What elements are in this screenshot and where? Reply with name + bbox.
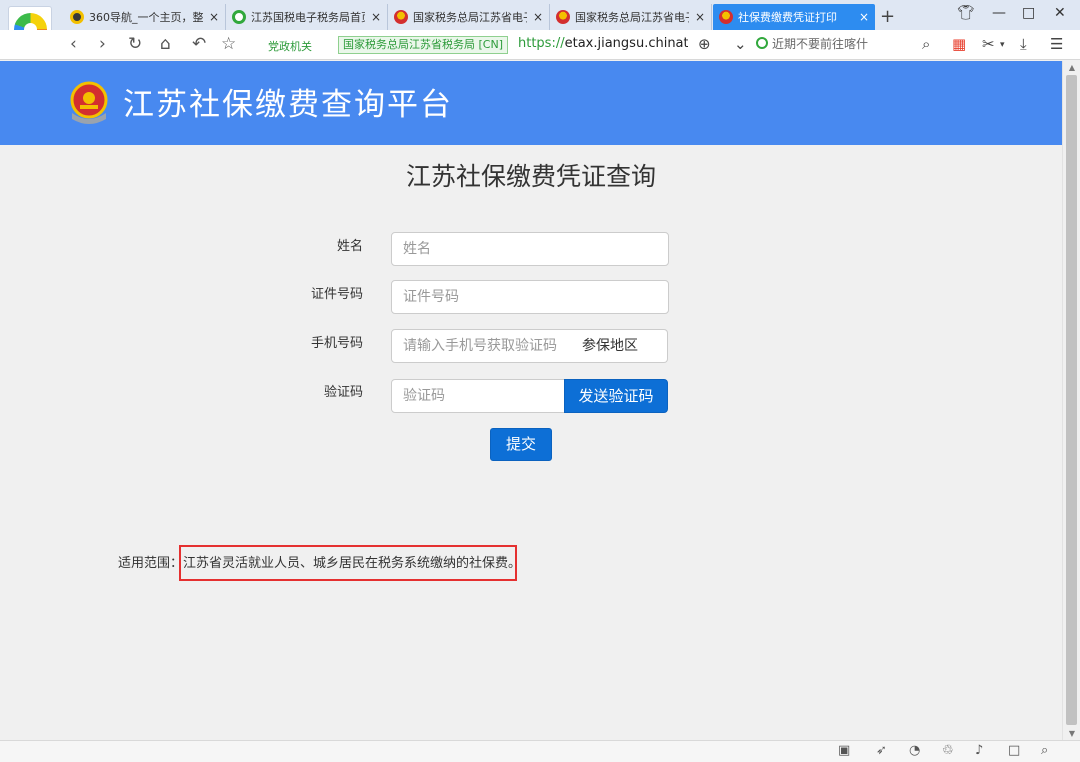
emblem-icon — [394, 10, 408, 24]
tab-tax-bureau-2[interactable]: 国家税务总局江苏省电子 × — [550, 4, 712, 30]
id-number-input[interactable] — [391, 280, 669, 314]
close-window-icon[interactable]: ✕ — [1054, 5, 1066, 21]
submit-button[interactable]: 提交 — [490, 428, 552, 461]
name-label: 姓名 — [336, 239, 363, 254]
scroll-up-icon[interactable]: ▲ — [1063, 63, 1080, 72]
sound-icon[interactable]: ♪ — [975, 743, 983, 758]
tab-close-icon[interactable]: × — [209, 10, 219, 24]
rocket-icon[interactable]: ➶ — [876, 743, 887, 758]
scissors-icon[interactable]: ✂ — [982, 35, 995, 53]
vertical-scrollbar[interactable]: ▲ ▼ — [1062, 61, 1080, 740]
page-content: 江苏社保缴费查询平台 江苏社保缴费凭证查询 姓名 证件号码 手机号码 参保地区 … — [0, 61, 1062, 740]
magnifier-icon[interactable]: ⌕ — [1041, 743, 1048, 758]
home-icon[interactable]: ⌂ — [160, 34, 171, 54]
highlight-box — [179, 545, 517, 581]
tab-360-nav[interactable]: 360导航_一个主页，整个 × — [64, 4, 226, 30]
search-q-icon — [756, 37, 768, 49]
download-icon[interactable]: ⤓ — [1020, 35, 1027, 53]
url-scheme: https:// — [518, 36, 565, 51]
menu-icon[interactable]: ☰ — [1050, 35, 1063, 53]
caret-down-icon[interactable]: ▾ — [1000, 40, 1005, 50]
scroll-thumb[interactable] — [1066, 75, 1077, 725]
tab-close-icon[interactable]: × — [371, 10, 381, 24]
address-bar: ‹ › ↻ ⌂ ↶ ☆ 党政机关 国家税务总局江苏省税务局 [CN] https… — [0, 30, 1080, 60]
minimize-icon[interactable]: — — [992, 5, 1006, 21]
tab-tax-bureau-1[interactable]: 国家税务总局江苏省电子 × — [388, 4, 550, 30]
tab-etax-home[interactable]: 江苏国税电子税务局首页 × — [226, 4, 388, 30]
skin-icon[interactable]: 👕︎ — [957, 5, 975, 21]
tab-bar: 360导航_一个主页，整个 × 江苏国税电子税务局首页 × 国家税务总局江苏省电… — [0, 0, 1080, 52]
tab-close-icon[interactable]: × — [533, 10, 543, 24]
gov-agency-badge[interactable]: 党政机关 — [268, 38, 312, 54]
back-icon[interactable]: ‹ — [70, 34, 77, 54]
speed-icon[interactable]: ◔ — [909, 743, 920, 758]
captcha-input[interactable] — [391, 379, 565, 413]
captcha-label: 验证码 — [323, 385, 363, 400]
new-tab-button[interactable]: + — [880, 6, 895, 27]
search-box[interactable]: 近期不要前往喀什 — [756, 35, 942, 55]
trash-icon[interactable]: ♲ — [942, 743, 954, 758]
url-field[interactable]: https://etax.jiangsu.chinatax.gov.cn — [518, 36, 688, 51]
apps-grid-icon[interactable]: ▦ — [952, 35, 966, 53]
form-title: 江苏社保缴费凭证查询 — [405, 162, 656, 191]
maximize-icon[interactable]: □ — [1022, 5, 1035, 21]
window-icon[interactable]: □ — [1008, 743, 1020, 758]
360-icon — [70, 10, 84, 24]
status-bar: ▣ ➶ ◔ ♲ ♪ □ ⌕ — [0, 740, 1080, 762]
phone-input[interactable] — [391, 329, 571, 363]
site-title: 江苏社保缴费查询平台 — [123, 87, 453, 123]
certificate-badge[interactable]: 国家税务总局江苏省税务局 [CN] — [338, 36, 508, 54]
search-q-icon — [232, 10, 246, 24]
tab-close-icon[interactable]: × — [695, 10, 705, 24]
chevron-down-icon[interactable]: ⌄ — [734, 35, 747, 53]
tax-emblem-icon — [70, 81, 108, 124]
image-icon[interactable]: ▣ — [838, 743, 850, 758]
url-host: etax.jiangsu.chinatax.gov.cn — [564, 36, 688, 51]
emblem-icon — [719, 10, 733, 24]
emblem-icon — [556, 10, 570, 24]
search-hint: 近期不要前往喀什 — [772, 37, 869, 51]
scope-prefix: 适用范围： — [118, 556, 184, 571]
id-number-label: 证件号码 — [310, 287, 363, 302]
undo-close-icon[interactable]: ↶ — [192, 34, 206, 54]
phone-label: 手机号码 — [310, 336, 363, 351]
forward-icon[interactable]: › — [99, 34, 106, 54]
send-captcha-button[interactable]: 发送验证码 — [564, 379, 668, 413]
favorite-star-icon[interactable]: ☆ — [221, 34, 236, 54]
zoom-icon[interactable]: ⊕ — [698, 35, 711, 53]
search-icon[interactable]: ⌕ — [922, 35, 930, 53]
name-input[interactable] — [391, 232, 669, 266]
tab-close-icon[interactable]: × — [859, 10, 869, 24]
insured-region-select[interactable]: 参保地区 — [570, 329, 668, 363]
site-header: 江苏社保缴费查询平台 — [0, 61, 1062, 145]
refresh-icon[interactable]: ↻ — [128, 34, 142, 54]
tab-social-security-print[interactable]: 社保费缴费凭证打印 × — [713, 4, 875, 30]
scroll-down-icon[interactable]: ▼ — [1063, 729, 1080, 738]
